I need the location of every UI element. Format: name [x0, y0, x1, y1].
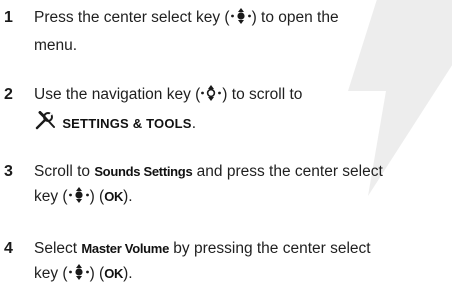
- step-text: Press the center select key () to open t…: [34, 7, 339, 54]
- step-number: 3: [4, 163, 13, 180]
- step-text: Scroll to Sounds Settings and press the …: [34, 160, 448, 212]
- menu-option: Sounds Settings: [94, 164, 193, 179]
- step-number: 4: [4, 240, 13, 257]
- step-text: Select Master Volume by pressing the cen…: [34, 237, 448, 289]
- ok-label: OK: [104, 188, 124, 204]
- menu-label: SETTINGS & TOOLS: [62, 115, 192, 131]
- center-select-key-icon: [68, 186, 90, 213]
- ok-label: OK: [104, 265, 124, 281]
- center-select-key-icon: [230, 7, 252, 34]
- step-number: 1: [4, 9, 13, 26]
- menu-option: Master Volume: [81, 241, 169, 256]
- center-select-key-icon: [68, 263, 90, 290]
- step-text: Use the navigation key () to scroll to S…: [34, 83, 448, 139]
- settings-tools-icon: [34, 110, 58, 140]
- step-number: 2: [4, 86, 13, 103]
- navigation-key-icon: [200, 84, 222, 111]
